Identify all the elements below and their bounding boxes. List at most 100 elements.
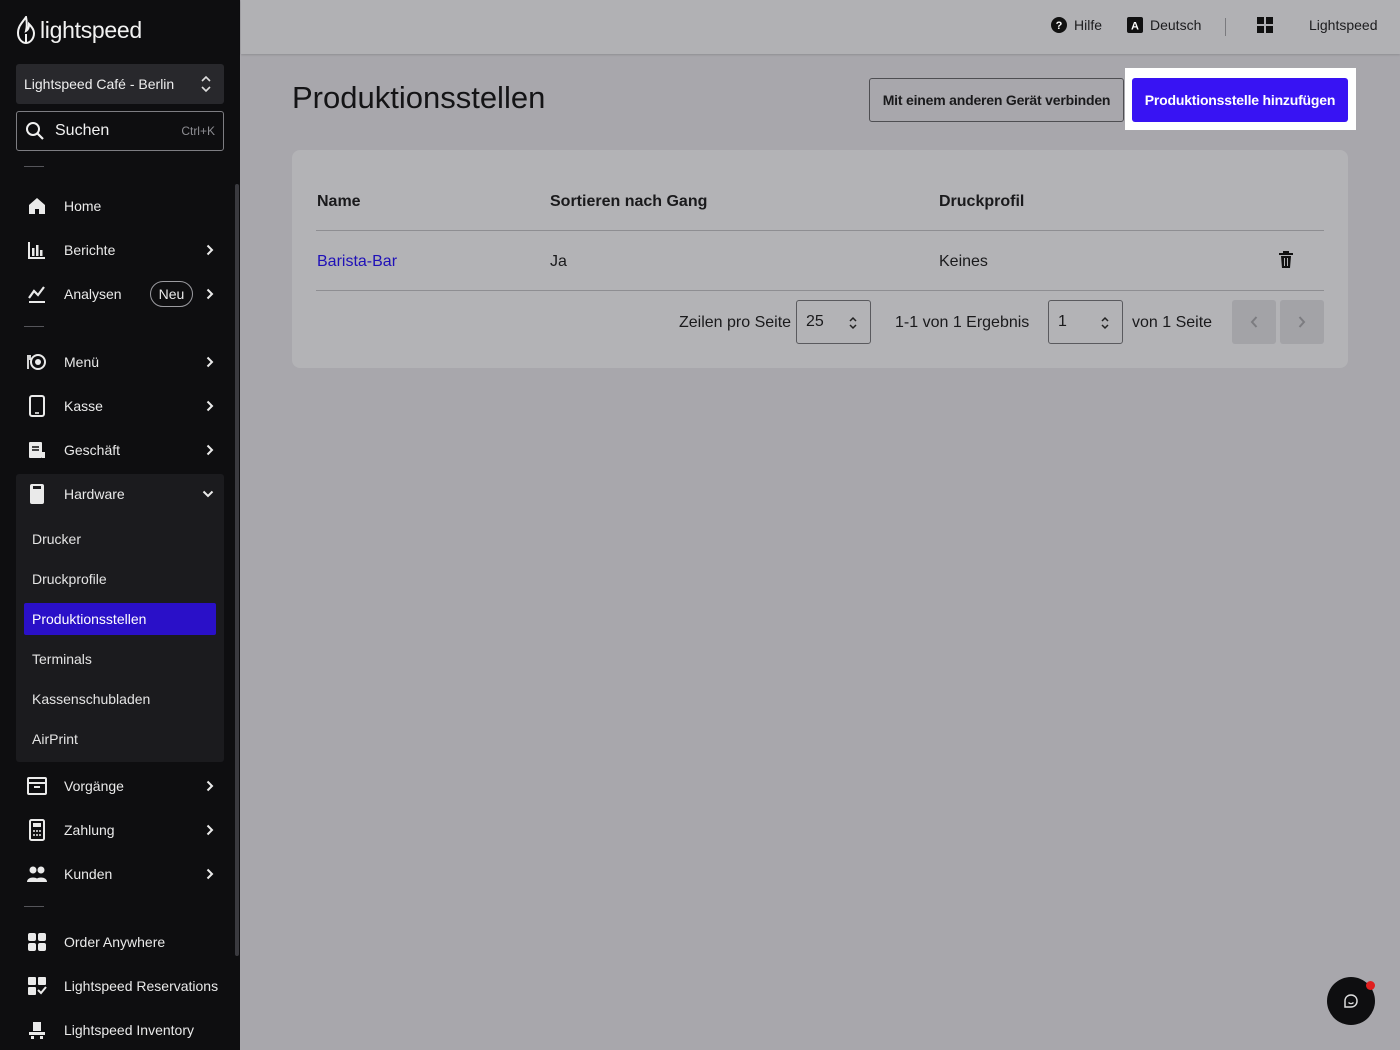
svg-text:A: A — [1131, 21, 1139, 33]
sidebar-item-label: Menü — [64, 354, 100, 370]
sidebar-item-kasse[interactable]: Kasse — [16, 386, 224, 426]
sidebar-subitem-drucker[interactable]: Drucker — [24, 523, 216, 555]
tablet-icon — [26, 395, 48, 417]
account-menu[interactable]: Lightspeed — [1309, 17, 1378, 33]
add-production-station-button[interactable]: Produktionsstelle hinzufügen — [1132, 78, 1348, 122]
location-selector[interactable]: Lightspeed Café - Berlin — [16, 64, 224, 104]
app-switcher-button[interactable] — [1257, 17, 1273, 33]
rows-per-page-value: 25 — [806, 313, 824, 330]
chevron-up-down-icon — [1101, 316, 1109, 330]
account-label: Lightspeed — [1309, 17, 1378, 33]
row-print-profile: Keines — [939, 253, 988, 270]
sidebar-item-menu[interactable]: Menü — [16, 342, 224, 382]
rows-per-page-select[interactable]: 25 — [796, 300, 871, 344]
sidebar-subitem-kassenschubladen[interactable]: Kassenschubladen — [24, 683, 216, 715]
lightspeed-logo[interactable]: lightspeed — [16, 16, 142, 44]
sidebar-subitem-produktionsstellen[interactable]: Produktionsstellen — [24, 603, 216, 635]
sidebar-item-label: Berichte — [64, 242, 116, 258]
chevron-down-icon — [202, 490, 214, 498]
column-header-sort-by-course[interactable]: Sortieren nach Gang — [550, 193, 707, 211]
sidebar-item-label: Kasse — [64, 398, 103, 414]
sidebar-subitem-airprint[interactable]: AirPrint — [24, 723, 216, 755]
chevron-right-icon — [206, 444, 214, 456]
rows-per-page-label: Zeilen pro Seite — [679, 314, 792, 331]
sidebar-item-order-anywhere[interactable]: Order Anywhere — [16, 922, 224, 962]
chevron-right-icon — [206, 780, 214, 792]
sidebar-item-geschaeft[interactable]: Geschäft — [16, 430, 224, 470]
brand-name: lightspeed — [40, 16, 142, 43]
archive-icon — [26, 775, 48, 797]
sidebar-item-label: Analysen — [64, 286, 122, 302]
people-icon — [26, 863, 48, 885]
row-divider — [316, 290, 1324, 291]
chevron-right-icon — [206, 868, 214, 880]
language-icon: A — [1127, 17, 1143, 33]
chevron-up-down-icon — [201, 75, 211, 93]
receipt-icon — [26, 439, 48, 461]
sidebar-item-vorgaenge[interactable]: Vorgänge — [16, 766, 224, 806]
sidebar-item-hardware[interactable]: Hardware — [16, 474, 224, 514]
sidebar-item-label: Zahlung — [64, 822, 115, 838]
column-header-name[interactable]: Name — [317, 193, 361, 211]
sidebar-item-zahlung[interactable]: Zahlung — [16, 810, 224, 850]
page-of-label: von 1 Seite — [1132, 314, 1213, 331]
notification-dot — [1366, 981, 1375, 990]
sidebar-subitem-druckprofile[interactable]: Druckprofile — [24, 563, 216, 595]
flame-logo-icon — [16, 16, 36, 44]
chevron-right-icon — [206, 400, 214, 412]
header-divider — [316, 230, 1324, 231]
topbar-divider — [1225, 18, 1226, 36]
page-value: 1 — [1058, 313, 1067, 330]
search-input[interactable]: Suchen Ctrl+K — [16, 111, 224, 151]
chevron-right-icon — [206, 356, 214, 368]
sidebar: lightspeed Lightspeed Café - Berlin Such… — [0, 0, 240, 1050]
chevron-right-icon — [1298, 316, 1306, 328]
grid-icon — [1257, 17, 1273, 33]
help-link[interactable]: ? Hilfe — [1051, 17, 1102, 33]
row-sort-by-course: Ja — [550, 253, 567, 270]
sidebar-subitem-terminals[interactable]: Terminals — [24, 643, 216, 675]
dish-icon — [26, 351, 48, 373]
language-label: Deutsch — [1150, 17, 1202, 33]
home-icon — [26, 195, 48, 217]
device-icon — [26, 483, 48, 505]
payment-terminal-icon — [26, 819, 48, 841]
sidebar-item-kunden[interactable]: Kunden — [16, 854, 224, 894]
sidebar-item-berichte[interactable]: Berichte — [16, 230, 224, 270]
sidebar-item-home[interactable]: Home — [16, 186, 224, 226]
sidebar-item-reservations[interactable]: Lightspeed Reservations — [16, 966, 224, 1006]
new-badge: Neu — [149, 281, 194, 307]
chevron-left-icon — [1250, 316, 1258, 328]
divider — [24, 326, 44, 327]
svg-text:?: ? — [1056, 20, 1063, 32]
order-anywhere-icon — [26, 931, 48, 953]
search-shortcut: Ctrl+K — [181, 124, 215, 138]
chevron-right-icon — [206, 288, 214, 300]
sidebar-item-label: Home — [64, 198, 102, 214]
sidebar-scrollbar[interactable] — [235, 184, 239, 956]
location-label: Lightspeed Café - Berlin — [24, 76, 175, 92]
next-page-button[interactable] — [1280, 300, 1324, 344]
sidebar-item-label: Order Anywhere — [64, 934, 166, 950]
reservations-icon — [26, 975, 48, 997]
sidebar-item-label: Lightspeed Reservations — [64, 978, 219, 994]
sidebar-item-analysen[interactable]: Analysen Neu — [16, 274, 224, 314]
page-title: Produktionsstellen — [292, 80, 546, 115]
previous-page-button[interactable] — [1232, 300, 1276, 344]
divider — [24, 166, 44, 167]
language-selector[interactable]: A Deutsch — [1127, 17, 1201, 33]
column-header-print-profile[interactable]: Druckprofil — [939, 193, 1024, 211]
help-label: Hilfe — [1074, 17, 1103, 33]
sidebar-item-inventory[interactable]: Lightspeed Inventory — [16, 1010, 224, 1050]
trash-icon[interactable] — [1278, 251, 1294, 269]
chevron-up-down-icon — [849, 316, 857, 330]
results-count: 1-1 von 1 Ergebnis — [895, 314, 1030, 331]
row-name-link[interactable]: Barista-Bar — [317, 253, 397, 271]
connect-device-button[interactable]: Mit einem anderen Gerät verbinden — [869, 78, 1124, 122]
help-icon: ? — [1051, 17, 1067, 33]
sidebar-item-label: Hardware — [64, 486, 125, 502]
search-icon — [26, 122, 44, 140]
page-select[interactable]: 1 — [1048, 300, 1123, 344]
chevron-right-icon — [206, 824, 214, 836]
trend-line-icon — [26, 283, 48, 305]
